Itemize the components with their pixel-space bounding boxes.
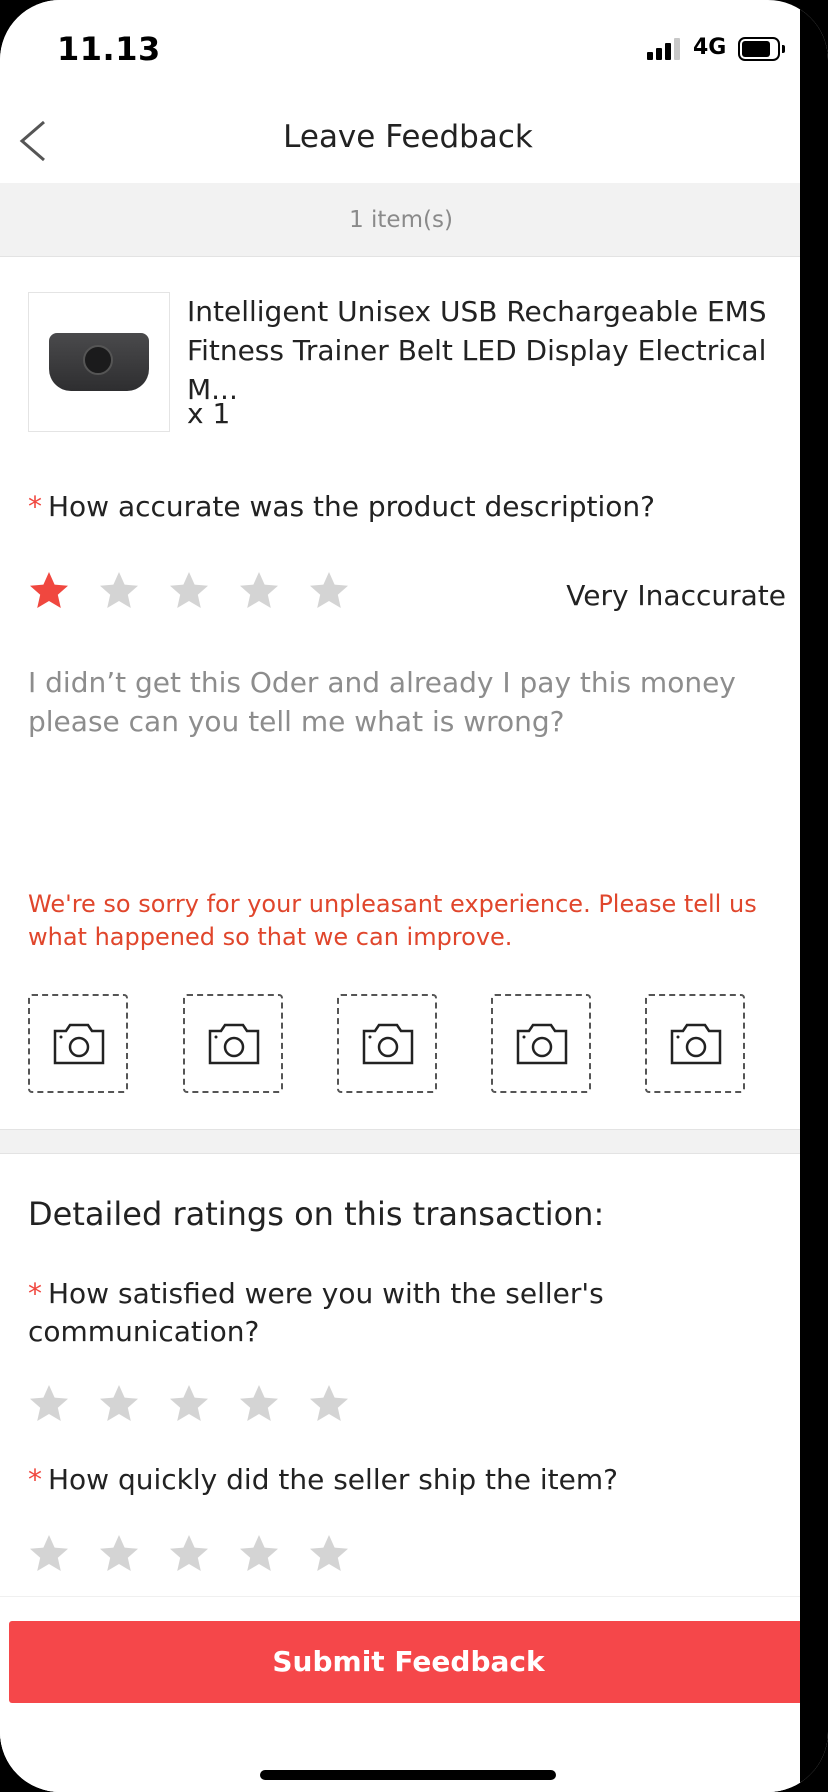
battery-icon — [738, 37, 785, 61]
phone-bezel — [800, 0, 828, 1792]
belt-image — [49, 333, 149, 391]
star-empty-icon[interactable] — [238, 1383, 280, 1425]
required-mark: * — [28, 1277, 42, 1310]
star-empty-icon[interactable] — [168, 570, 210, 612]
product-name[interactable]: Intelligent Unisex USB Rechargeable EMS … — [187, 292, 787, 409]
camera-icon — [53, 1023, 105, 1065]
star-empty-icon[interactable] — [168, 1533, 210, 1575]
section-divider — [0, 1129, 802, 1154]
accuracy-rating-label: Very Inaccurate — [566, 579, 786, 612]
apology-notice: We're so sorry for your unpleasant exper… — [28, 890, 757, 951]
product-quantity: x 1 — [187, 397, 231, 430]
accuracy-question-text: How accurate was the product description… — [48, 490, 655, 523]
items-count-bar: 1 item(s) — [0, 183, 802, 257]
feedback-comment-input[interactable]: I didn’t get this Oder and already I pay… — [28, 663, 748, 741]
star-empty-icon[interactable] — [238, 570, 280, 612]
status-time: 11.13 — [57, 30, 161, 68]
add-photo-button[interactable] — [183, 994, 283, 1093]
add-photo-button[interactable] — [28, 994, 128, 1093]
home-indicator[interactable] — [260, 1770, 556, 1780]
detailed-ratings-title: Detailed ratings on this transaction: — [28, 1195, 605, 1233]
star-empty-icon[interactable] — [28, 1533, 70, 1575]
camera-icon — [362, 1023, 414, 1065]
star-empty-icon[interactable] — [98, 570, 140, 612]
accuracy-question: * How accurate was the product descriptio… — [28, 490, 655, 523]
signal-icon — [647, 38, 683, 60]
camera-icon — [516, 1023, 568, 1065]
add-photo-button[interactable] — [645, 994, 745, 1093]
star-empty-icon[interactable] — [98, 1383, 140, 1425]
star-empty-icon[interactable] — [308, 1533, 350, 1575]
shipping-question-text: How quickly did the seller ship the item… — [48, 1463, 618, 1496]
required-mark: * — [28, 490, 42, 523]
shipping-question: * How quickly did the seller ship the ite… — [28, 1463, 618, 1496]
add-photo-button[interactable] — [337, 994, 437, 1093]
communication-question: * How satisfied were you with the seller'… — [28, 1275, 728, 1351]
required-mark: * — [28, 1463, 42, 1496]
app-screen: 11.13 4G Leave Feedback 1 item(s) Intell… — [0, 0, 802, 1792]
camera-icon — [670, 1023, 722, 1065]
star-filled-icon[interactable] — [28, 570, 70, 612]
star-empty-icon[interactable] — [98, 1533, 140, 1575]
camera-icon — [208, 1023, 260, 1065]
product-thumbnail[interactable] — [28, 292, 170, 432]
star-empty-icon[interactable] — [238, 1533, 280, 1575]
submit-feedback-button[interactable]: Submit Feedback — [9, 1621, 802, 1703]
star-empty-icon[interactable] — [308, 1383, 350, 1425]
communication-question-text: How satisfied were you with the seller's… — [28, 1277, 604, 1348]
phone-frame: 11.13 4G Leave Feedback 1 item(s) Intell… — [0, 0, 828, 1792]
star-empty-icon[interactable] — [28, 1383, 70, 1425]
star-empty-icon[interactable] — [168, 1383, 210, 1425]
page-title: Leave Feedback — [283, 119, 533, 155]
add-photo-button[interactable] — [491, 994, 591, 1093]
star-empty-icon[interactable] — [308, 570, 350, 612]
network-type: 4G — [693, 35, 727, 60]
